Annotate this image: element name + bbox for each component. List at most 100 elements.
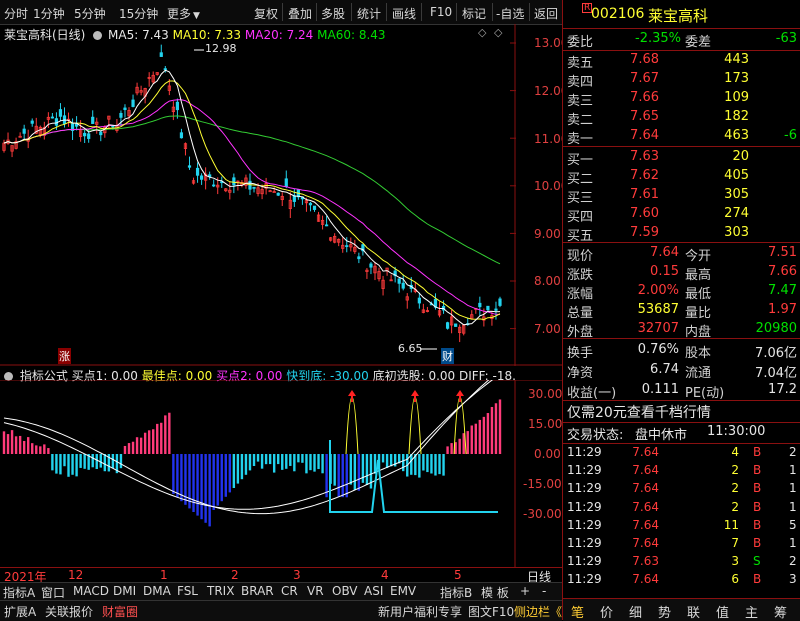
- mark-button[interactable]: 标记: [462, 5, 486, 22]
- tab-cr[interactable]: CR: [281, 584, 298, 598]
- tab-template[interactable]: 模 板: [481, 584, 509, 601]
- trade-volume: 2: [731, 481, 739, 496]
- bid-volume: 405: [724, 168, 749, 183]
- bid-volume: 20: [732, 149, 749, 164]
- trade-count: 5: [789, 517, 797, 532]
- new-user-promo-link[interactable]: 新用户福利专享: [378, 603, 462, 620]
- status-time: 11:30:00: [707, 424, 766, 439]
- ask-volume: 182: [724, 109, 749, 124]
- indicator-axis-label: 0.00: [534, 447, 561, 461]
- tab-brar[interactable]: BRAR: [241, 584, 274, 598]
- indicator-axis-label: 15.00: [528, 417, 563, 431]
- overlay-button[interactable]: 叠加: [288, 5, 312, 22]
- ask-row[interactable]: 卖三 7.66 109: [563, 88, 800, 109]
- period-tab-5min[interactable]: 5分钟: [74, 5, 106, 22]
- f10-button[interactable]: F10: [430, 5, 452, 19]
- bid-row[interactable]: 买一 7.63 20: [563, 147, 800, 168]
- stat-value: 6.74: [650, 362, 679, 377]
- period-tab-fenshi[interactable]: 分时: [4, 5, 28, 22]
- ask-row[interactable]: 卖二 7.65 182: [563, 107, 800, 128]
- stat-row: 总量 53687 量比 1.97: [563, 300, 800, 321]
- stat-value: 0.15: [650, 264, 679, 279]
- tab-zhi[interactable]: 值: [716, 602, 729, 621]
- tab-fsl[interactable]: FSL: [177, 584, 198, 598]
- tab-wealth-circle[interactable]: 财富圈: [102, 603, 138, 620]
- stat-value: 7.47: [768, 283, 797, 298]
- indicator-chart[interactable]: [0, 380, 562, 568]
- indicator-axis-label: -15.00: [523, 477, 562, 491]
- back-button[interactable]: 返回: [534, 5, 558, 22]
- trade-side: B: [753, 445, 762, 459]
- trade-time: 11:29: [567, 517, 602, 532]
- tab-dmi[interactable]: DMI: [113, 584, 136, 598]
- tab-obv[interactable]: OBV: [332, 584, 358, 598]
- period-tab-more[interactable]: 更多 ▼: [167, 5, 200, 22]
- watchlist-button[interactable]: -自选: [496, 5, 524, 22]
- stock-header: R 002106 莱宝高科: [563, 0, 800, 29]
- weibi-row: 委比 -2.35% 委差 -63: [563, 29, 800, 50]
- promo-banner[interactable]: 仅需20元查看千档行情: [563, 400, 800, 422]
- promo-text[interactable]: 仅需20元查看千档行情: [567, 402, 711, 422]
- trade-price: 7.64: [632, 517, 659, 532]
- tab-related-quote[interactable]: 关联报价: [45, 603, 93, 620]
- bid-row[interactable]: 买三 7.61 305: [563, 185, 800, 206]
- draw-line-button[interactable]: 画线: [392, 5, 416, 22]
- tab-f10-graphic[interactable]: 图文F10: [468, 603, 514, 620]
- bid-row[interactable]: 买五 7.59 303: [563, 223, 800, 244]
- sidebar-toggle[interactable]: 侧边栏《: [514, 603, 562, 620]
- time-label: 1: [160, 568, 168, 582]
- trade-side: B: [753, 481, 762, 496]
- quote-tabs: 笔 价 细 势 联 值 主 筹: [563, 598, 800, 621]
- multi-stock-button[interactable]: 多股: [321, 5, 345, 22]
- tab-bi[interactable]: 笔: [571, 602, 584, 621]
- bid-volume: 303: [724, 225, 749, 240]
- ask-volume: 443: [724, 52, 749, 67]
- stats-button[interactable]: 统计: [357, 5, 381, 22]
- tab-add[interactable]: +: [520, 584, 530, 598]
- tab-chou[interactable]: 筹: [774, 602, 787, 621]
- tab-xi[interactable]: 细: [629, 602, 642, 621]
- ask-row[interactable]: 卖五 7.68 443: [563, 50, 800, 71]
- ask-label: 卖一: [567, 132, 594, 147]
- tab-macd[interactable]: MACD: [73, 584, 109, 598]
- limit-up-badge[interactable]: 涨: [58, 348, 71, 364]
- tab-indicator-a[interactable]: 指标A: [3, 584, 35, 601]
- tab-vr[interactable]: VR: [307, 584, 324, 598]
- tab-window[interactable]: 窗口: [41, 584, 65, 601]
- tab-lian[interactable]: 联: [687, 602, 700, 621]
- tab-remove[interactable]: -: [542, 584, 546, 598]
- finance-badge[interactable]: 财: [441, 348, 454, 364]
- ask-volume: 463: [724, 128, 749, 143]
- trade-volume: 2: [731, 499, 739, 514]
- trade-count: 1: [789, 536, 797, 550]
- stat-row: 净资 6.74 流通 7.04亿: [563, 360, 800, 381]
- tab-shi[interactable]: 势: [658, 602, 671, 621]
- bid-row[interactable]: 买二 7.62 405: [563, 166, 800, 187]
- tab-emv[interactable]: EMV: [390, 584, 416, 598]
- fuquan-button[interactable]: 复权: [254, 5, 278, 22]
- ask-row[interactable]: 卖四 7.67 173: [563, 69, 800, 90]
- tab-jia[interactable]: 价: [600, 602, 613, 621]
- tab-dma[interactable]: DMA: [143, 584, 171, 598]
- stat-row: 外盘 32707 内盘 20980: [563, 319, 800, 340]
- ask-row[interactable]: 卖一 7.64 463 -6: [563, 126, 800, 147]
- bid-row[interactable]: 买四 7.60 274: [563, 204, 800, 225]
- tab-zhu[interactable]: 主: [745, 602, 758, 621]
- stat-label: 外盘: [567, 325, 594, 340]
- trade-time: 11:29: [567, 481, 602, 496]
- kline-chart[interactable]: [0, 24, 562, 366]
- ask-price: 7.65: [630, 109, 659, 124]
- tab-indicator-b[interactable]: 指标B: [440, 584, 472, 601]
- tab-asi[interactable]: ASI: [364, 584, 383, 598]
- trade-price: 7.64: [632, 499, 659, 514]
- trade-row: 11:29 7.64 11 B 5: [563, 517, 800, 535]
- stat-label: 股本: [685, 346, 712, 361]
- extension-tabs: 扩展A 关联报价 财富圈 新用户福利专享 图文F10 侧边栏《: [0, 600, 562, 621]
- trade-volume: 11: [723, 517, 739, 532]
- period-tab-1min[interactable]: 1分钟: [33, 5, 65, 22]
- trade-side: S: [753, 554, 761, 569]
- tab-trix[interactable]: TRIX: [207, 584, 234, 598]
- period-tab-15min[interactable]: 15分钟: [119, 5, 158, 22]
- bid-volume: 305: [724, 187, 749, 202]
- tab-extend-a[interactable]: 扩展A: [4, 603, 36, 620]
